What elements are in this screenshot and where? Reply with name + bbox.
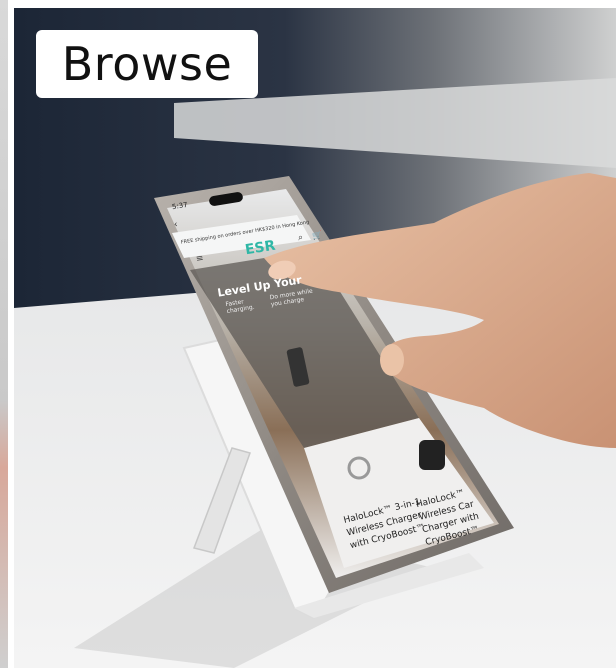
browse-label: Browse (36, 30, 258, 98)
adjacent-photo-edge (0, 0, 8, 668)
product-photo (14, 8, 616, 668)
browse-label-text: Browse (61, 37, 233, 91)
